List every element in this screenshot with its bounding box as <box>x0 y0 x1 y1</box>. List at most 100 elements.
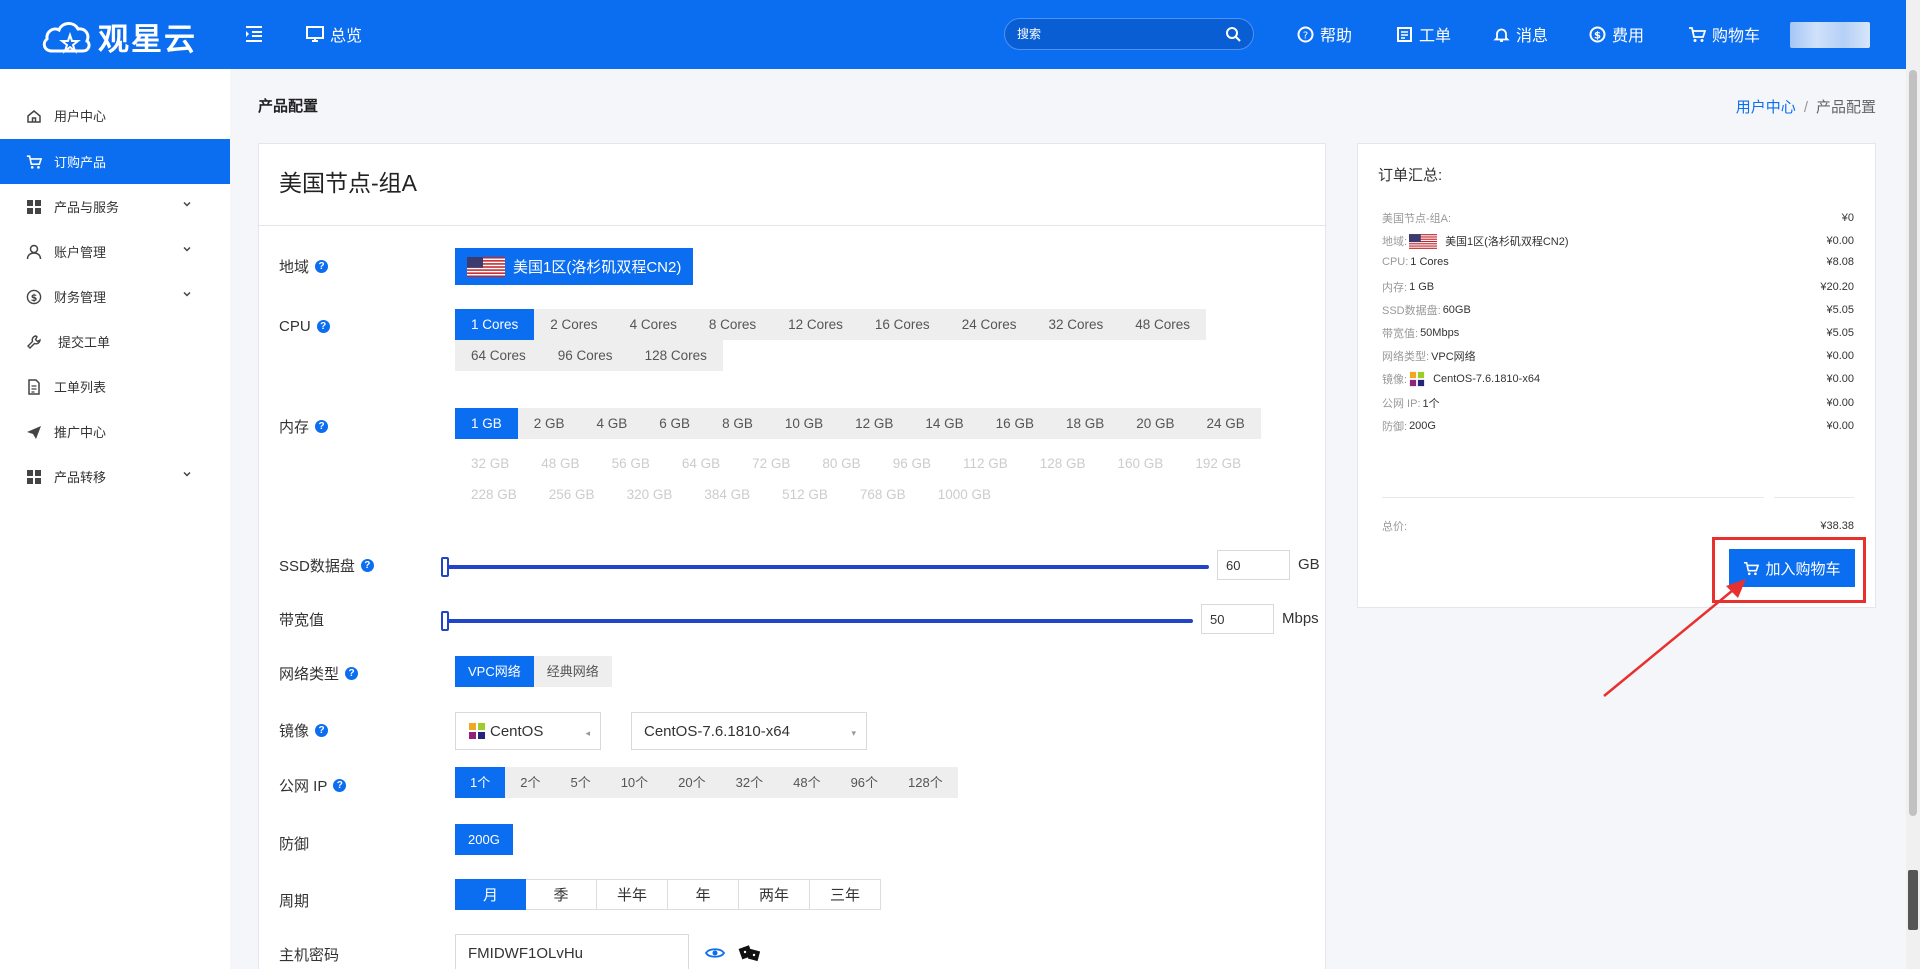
cpu-option[interactable]: 32 Cores <box>1032 309 1120 340</box>
breadcrumb-home-link[interactable]: 用户中心 <box>1736 99 1796 116</box>
bell-icon <box>1493 28 1510 42</box>
memory-option[interactable]: 4 GB <box>580 408 644 439</box>
summary-row-value: 1 Cores <box>1410 256 1449 268</box>
help-icon[interactable]: ? <box>315 724 329 737</box>
period-option[interactable]: 两年 <box>739 879 810 910</box>
cpu-option[interactable]: 16 Cores <box>858 309 946 340</box>
region-option-selected[interactable]: 美国1区(洛杉矶双程CN2) <box>455 248 694 285</box>
user-avatar-blurred[interactable] <box>1790 22 1870 48</box>
host-password-input[interactable] <box>455 934 689 969</box>
network-option[interactable]: 经典网络 <box>533 656 612 687</box>
sidebar-item-user-center[interactable]: 用户中心 <box>0 93 230 138</box>
period-option[interactable]: 半年 <box>597 879 668 910</box>
cpu-option[interactable]: 24 Cores <box>945 309 1033 340</box>
memory-option[interactable]: 2 GB <box>517 408 581 439</box>
cpu-option[interactable]: 2 Cores <box>534 309 614 340</box>
memory-option[interactable]: 20 GB <box>1120 408 1191 439</box>
nav-help[interactable]: ? 帮助 <box>1297 22 1352 46</box>
sidebar-item-account[interactable]: 账户管理 <box>0 229 230 274</box>
cpu-option[interactable]: 1 Cores <box>455 309 535 340</box>
memory-option[interactable]: 10 GB <box>768 408 840 439</box>
network-option[interactable]: VPC网络 <box>455 656 534 687</box>
cpu-option[interactable]: 48 Cores <box>1119 309 1207 340</box>
overview-link[interactable]: 总览 <box>306 22 362 46</box>
ip-option[interactable]: 10个 <box>605 767 664 798</box>
bandwidth-slider[interactable] <box>441 611 1193 631</box>
nav-cart[interactable]: 购物车 <box>1688 22 1760 46</box>
ssd-slider-handle[interactable] <box>441 557 449 577</box>
cpu-option[interactable]: 12 Cores <box>772 309 859 340</box>
ip-option[interactable]: 1个 <box>455 767 506 798</box>
cpu-option[interactable]: 128 Cores <box>628 340 723 371</box>
sidebar-item-products-services[interactable]: 产品与服务 <box>0 184 230 229</box>
os-version-value: CentOS-7.6.1810-x64 <box>644 722 790 740</box>
cpu-option[interactable]: 4 Cores <box>613 309 693 340</box>
summary-row-value: 1 GB <box>1409 281 1435 293</box>
nav-billing[interactable]: $ 费用 <box>1589 22 1644 46</box>
summary-total-label: 总价: <box>1382 521 1408 533</box>
period-option[interactable]: 年 <box>668 879 739 910</box>
memory-option[interactable]: 14 GB <box>909 408 980 439</box>
summary-row-price: ¥8.08 <box>1826 256 1854 268</box>
period-option[interactable]: 季 <box>526 879 597 910</box>
ip-option[interactable]: 32个 <box>720 767 779 798</box>
ip-option[interactable]: 96个 <box>835 767 894 798</box>
memory-option[interactable]: 12 GB <box>839 408 910 439</box>
ssd-slider[interactable] <box>441 557 1209 577</box>
memory-option[interactable]: 6 GB <box>643 408 707 439</box>
ssd-size-input[interactable] <box>1217 550 1290 580</box>
menu-toggle-button[interactable] <box>242 22 266 46</box>
ip-option[interactable]: 2个 <box>505 767 556 798</box>
sidebar-item-ticket-list[interactable]: 工单列表 <box>0 364 230 409</box>
search-icon[interactable] <box>1225 26 1241 42</box>
sidebar-item-finance[interactable]: $ 财务管理 <box>0 274 230 319</box>
summary-row: SSD数据盘: 60GB ¥5.05 <box>1382 302 1854 318</box>
sidebar-item-label: 产品与服务 <box>54 200 120 215</box>
ip-option[interactable]: 5个 <box>555 767 606 798</box>
ip-option[interactable]: 48个 <box>778 767 836 798</box>
summary-row-value: VPC网络 <box>1431 351 1476 363</box>
memory-option[interactable]: 16 GB <box>979 408 1050 439</box>
summary-row-key-text: 美国节点-组A: <box>1382 213 1452 225</box>
summary-total-price: ¥38.38 <box>1820 520 1854 532</box>
bandwidth-unit: Mbps <box>1282 610 1319 627</box>
help-icon[interactable]: ? <box>315 260 329 273</box>
sidebar-item-submit-ticket[interactable]: 提交工单 <box>0 319 230 364</box>
memory-disabled-option: 384 GB <box>688 479 767 510</box>
memory-option[interactable]: 18 GB <box>1049 408 1121 439</box>
scrollbar-thumb[interactable] <box>1909 70 1917 816</box>
nav-ticket[interactable]: 工单 <box>1396 22 1451 46</box>
memory-option[interactable]: 8 GB <box>706 408 769 439</box>
search-input[interactable] <box>1017 27 1225 41</box>
logo[interactable]: 观星云 <box>40 14 197 59</box>
sidebar-item-promotion[interactable]: 推广中心 <box>0 409 230 454</box>
ip-option[interactable]: 128个 <box>893 767 958 798</box>
bandwidth-input[interactable] <box>1201 604 1274 634</box>
cpu-option[interactable]: 8 Cores <box>692 309 773 340</box>
memory-option[interactable]: 1 GB <box>455 408 518 439</box>
help-icon[interactable]: ? <box>345 667 359 680</box>
os-select[interactable]: CentOS ◂ <box>455 712 601 750</box>
dice-icon[interactable] <box>738 942 762 964</box>
period-option[interactable]: 月 <box>455 879 526 910</box>
side-widget[interactable] <box>1908 870 1918 930</box>
help-icon[interactable]: ? <box>315 420 329 433</box>
os-version-select[interactable]: CentOS-7.6.1810-x64 ▾ <box>631 712 867 750</box>
period-option[interactable]: 三年 <box>810 879 881 910</box>
eye-icon[interactable] <box>705 945 725 961</box>
defense-option[interactable]: 200G <box>455 824 513 855</box>
sidebar-item-product-transfer[interactable]: 产品转移 <box>0 454 230 499</box>
bandwidth-slider-handle[interactable] <box>441 611 449 631</box>
cpu-option[interactable]: 64 Cores <box>455 340 542 371</box>
help-icon[interactable]: ? <box>333 779 347 792</box>
search-box[interactable] <box>1004 18 1254 50</box>
help-icon[interactable]: ? <box>360 559 374 572</box>
ip-option[interactable]: 20个 <box>663 767 721 798</box>
help-icon[interactable]: ? <box>316 320 330 333</box>
memory-disabled-option: 512 GB <box>766 479 844 510</box>
cpu-option[interactable]: 96 Cores <box>541 340 629 371</box>
nav-messages[interactable]: 消息 <box>1493 22 1548 46</box>
sidebar-item-order-products[interactable]: 订购产品 <box>0 139 230 184</box>
memory-option[interactable]: 24 GB <box>1190 408 1261 439</box>
page-scrollbar[interactable] <box>1906 0 1920 969</box>
